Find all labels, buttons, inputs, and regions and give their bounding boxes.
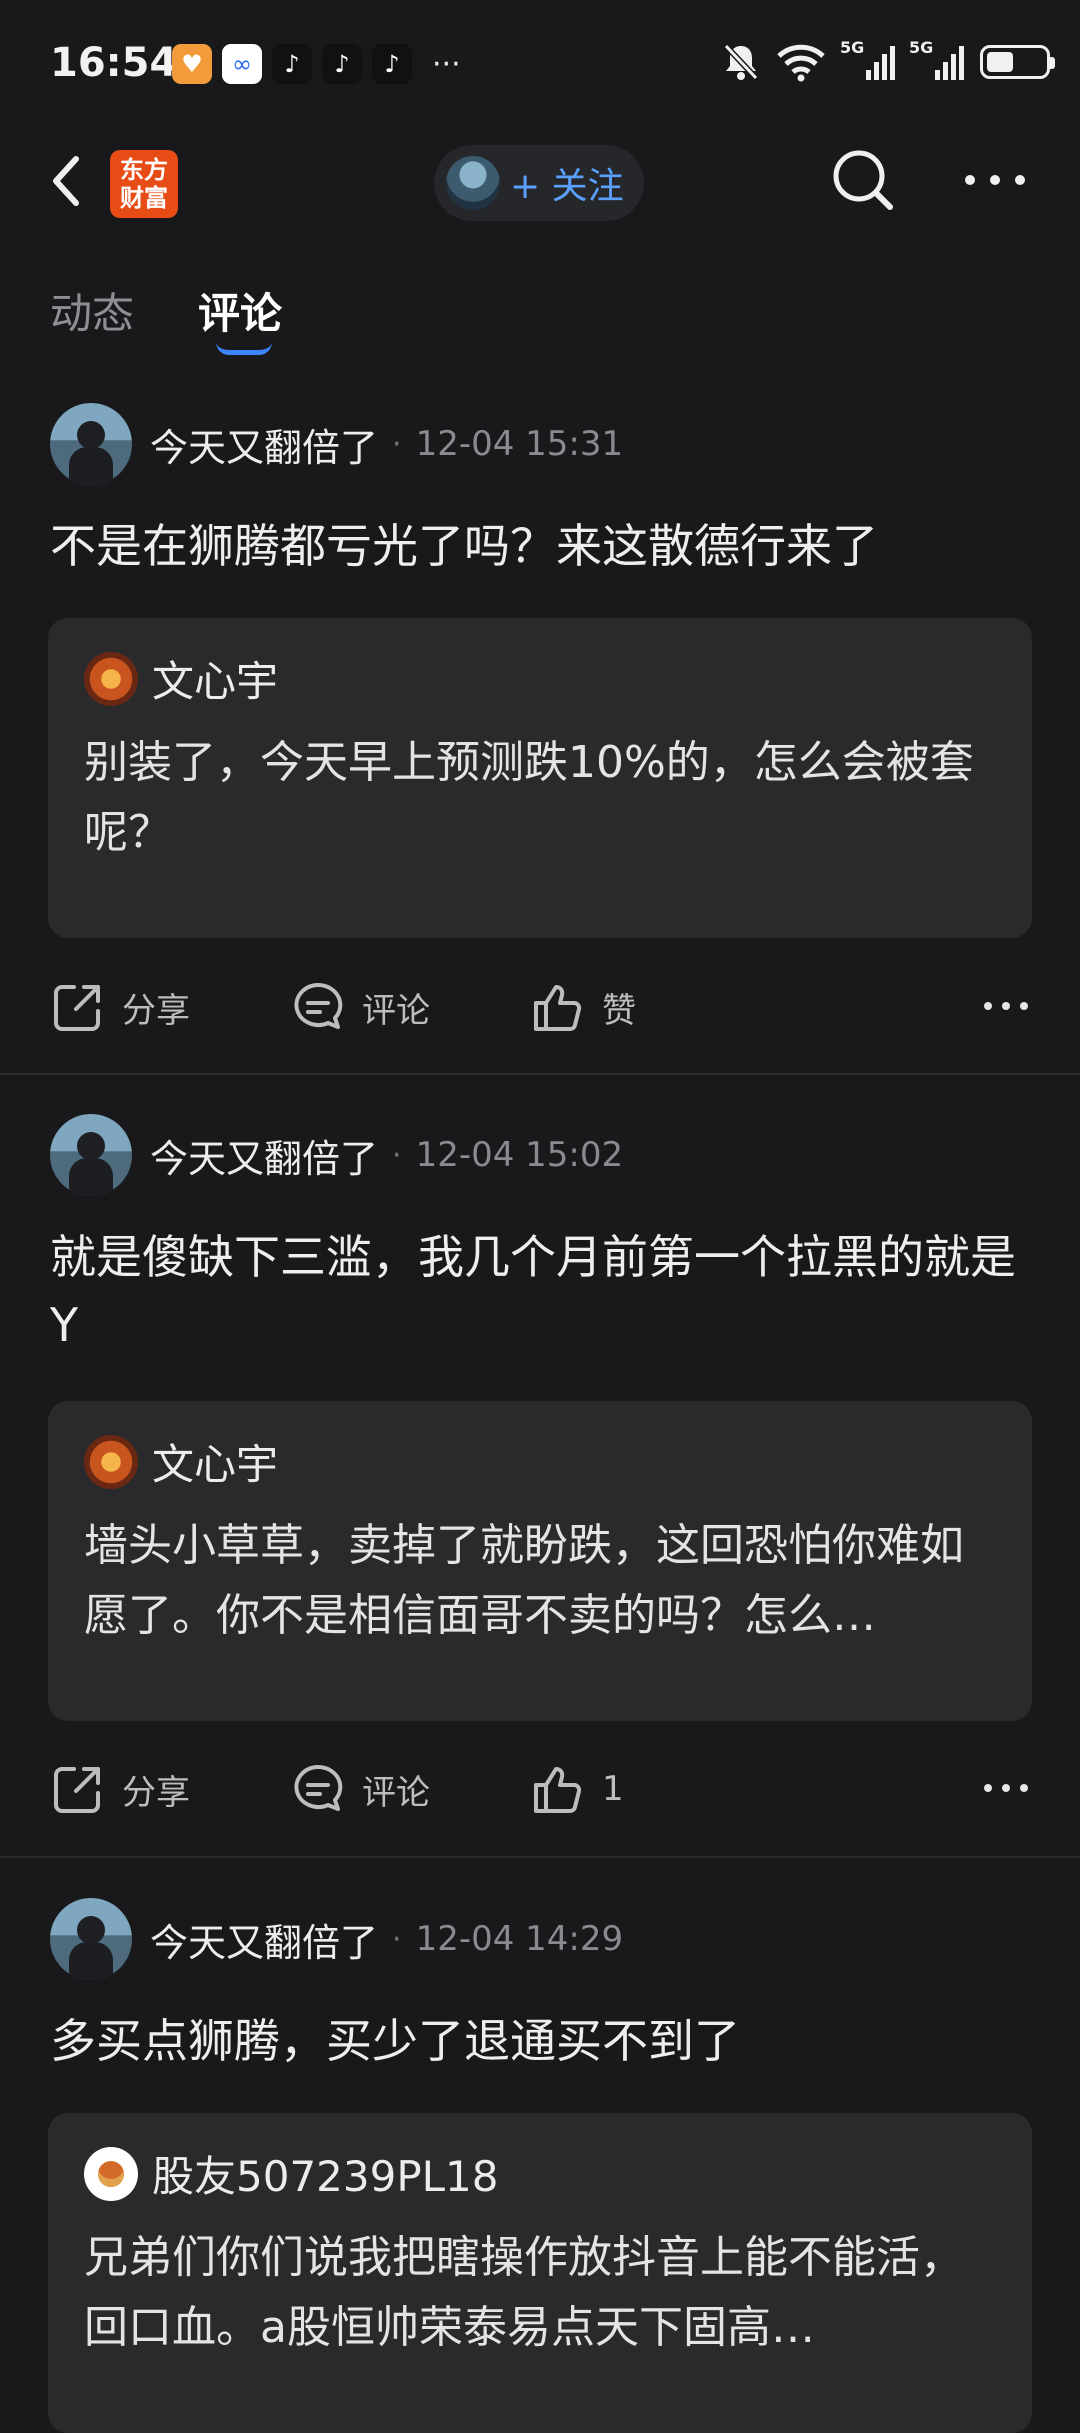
quoted-post[interactable]: 文心宇 墙头小草草，卖掉了就盼跌，这回恐怕你难如愿了。你不是相信面哥不卖的吗？怎… bbox=[48, 1401, 1032, 1721]
more-notifications-icon: ··· bbox=[432, 46, 461, 82]
share-icon bbox=[54, 985, 100, 1031]
share-label: 分享 bbox=[122, 1772, 190, 1813]
signal-icon: 5G bbox=[840, 38, 895, 80]
quoted-post[interactable]: 文心宇 别装了，今天早上预测跌10%的，怎么会被套呢？ bbox=[48, 618, 1032, 938]
share-button[interactable]: 分享 bbox=[50, 1754, 190, 1824]
divider bbox=[0, 1073, 1080, 1075]
more-options-icon[interactable] bbox=[982, 1768, 1030, 1808]
quoted-text: 别装了，今天早上预测跌10%的，怎么会被套呢？ bbox=[84, 737, 974, 858]
comment-time: 12-04 15:02 bbox=[415, 1135, 624, 1175]
author-name[interactable]: 今天又翻倍了 bbox=[150, 417, 378, 472]
comment-time: 12-04 14:29 bbox=[415, 1919, 624, 1959]
like-count: 1 bbox=[602, 1769, 624, 1809]
author-name[interactable]: 今天又翻倍了 bbox=[150, 1128, 378, 1183]
status-bar: 16:54 ♥ ∞ ♪ ♪ ♪ ··· 5G 5G bbox=[0, 0, 1080, 135]
quoted-text: 墙头小草草，卖掉了就盼跌，这回恐怕你难如愿了。你不是相信面哥不卖的吗？怎么… bbox=[84, 1520, 964, 1641]
top-nav: 东方 财富 + 关注 bbox=[0, 135, 1080, 235]
tab-bar: 动态 评论 bbox=[0, 270, 1080, 360]
tiktok-icon: ♪ bbox=[322, 44, 362, 84]
user-avatar bbox=[446, 156, 500, 210]
quoted-author-name: 股友507239PL18 bbox=[152, 2152, 499, 2201]
action-bar: 分享 评论 1 bbox=[0, 1754, 1080, 1824]
more-options-icon[interactable] bbox=[982, 986, 1030, 1026]
tab-dynamics[interactable]: 动态 bbox=[50, 280, 134, 341]
quoted-post[interactable]: 股友507239PL18 兄弟们你们说我把瞎操作放抖音上能不能活，回口血。a股恒… bbox=[48, 2113, 1032, 2433]
author-avatar[interactable] bbox=[50, 403, 132, 485]
quoted-author-name: 文心宇 bbox=[152, 657, 279, 706]
thumbs-up-icon bbox=[534, 1767, 582, 1813]
follow-label: + 关注 bbox=[510, 166, 624, 207]
comment-icon bbox=[294, 982, 343, 1029]
divider bbox=[0, 1856, 1080, 1858]
active-tab-indicator bbox=[216, 342, 272, 355]
tab-comments[interactable]: 评论 bbox=[198, 280, 282, 341]
like-button[interactable]: 1 bbox=[530, 1754, 624, 1824]
battery-icon bbox=[980, 45, 1055, 79]
quoted-text: 兄弟们你们说我把瞎操作放抖音上能不能活，回口血。a股恒帅荣泰易点天下固高… bbox=[84, 2232, 964, 2353]
comment-button[interactable]: 评论 bbox=[290, 1754, 430, 1824]
link-app-icon: ∞ bbox=[222, 44, 262, 84]
comment-header: 今天又翻倍了 · 12-04 15:31 bbox=[50, 400, 623, 488]
comment-label: 评论 bbox=[362, 1772, 430, 1813]
logo-line-1: 东方 bbox=[120, 156, 168, 184]
action-bar: 分享 评论 赞 bbox=[0, 972, 1080, 1042]
comment-text[interactable]: 不是在狮腾都亏光了吗？来这散德行来了 bbox=[50, 512, 1030, 580]
comment-header: 今天又翻倍了 · 12-04 14:29 bbox=[50, 1895, 623, 1983]
comment-text[interactable]: 多买点狮腾，买少了退通买不到了 bbox=[50, 2007, 1030, 2075]
system-indicators: 5G 5G bbox=[722, 38, 1055, 82]
more-options-icon[interactable] bbox=[960, 165, 1030, 195]
quoted-author-avatar bbox=[84, 651, 138, 706]
tiktok-icon: ♪ bbox=[372, 44, 412, 84]
follow-button[interactable]: + 关注 bbox=[434, 145, 644, 221]
heart-app-icon: ♥ bbox=[172, 44, 212, 84]
signal-icon: 5G bbox=[909, 38, 964, 80]
thumbs-up-icon bbox=[534, 985, 582, 1031]
quoted-author-avatar bbox=[84, 2146, 138, 2201]
comment-time: 12-04 15:31 bbox=[415, 424, 624, 464]
quoted-author-avatar bbox=[84, 1434, 138, 1489]
logo-line-2: 财富 bbox=[120, 184, 168, 212]
comment-label: 评论 bbox=[362, 990, 430, 1031]
comment-header: 今天又翻倍了 · 12-04 15:02 bbox=[50, 1111, 623, 1199]
quoted-author-name: 文心宇 bbox=[152, 1440, 279, 1489]
author-name[interactable]: 今天又翻倍了 bbox=[150, 1912, 378, 1967]
author-avatar[interactable] bbox=[50, 1898, 132, 1980]
comment-item: 今天又翻倍了 · 12-04 15:02 就是傻缺下三滥，我几个月前第一个拉黑的… bbox=[0, 1111, 1080, 1851]
wifi-icon bbox=[777, 44, 825, 82]
comment-item: 今天又翻倍了 · 12-04 15:31 不是在狮腾都亏光了吗？来这散德行来了 … bbox=[0, 400, 1080, 1070]
author-avatar[interactable] bbox=[50, 1114, 132, 1196]
eastmoney-logo: 东方 财富 bbox=[110, 150, 178, 218]
comment-item: 今天又翻倍了 · 12-04 14:29 多买点狮腾，买少了退通买不到了 股友5… bbox=[0, 1895, 1080, 2433]
mute-bell-icon bbox=[723, 43, 759, 81]
like-button[interactable]: 赞 bbox=[530, 972, 636, 1042]
comment-icon bbox=[294, 1764, 343, 1811]
like-label: 赞 bbox=[602, 990, 636, 1031]
status-time: 16:54 bbox=[50, 40, 178, 86]
comment-text[interactable]: 就是傻缺下三滥，我几个月前第一个拉黑的就是Y bbox=[50, 1223, 1030, 1359]
share-label: 分享 bbox=[122, 990, 190, 1031]
share-icon bbox=[54, 1767, 100, 1813]
tiktok-icon: ♪ bbox=[272, 44, 312, 84]
search-icon[interactable] bbox=[828, 145, 898, 215]
back-arrow-icon[interactable] bbox=[40, 145, 90, 215]
comment-button[interactable]: 评论 bbox=[290, 972, 430, 1042]
notification-icons: ♥ ∞ ♪ ♪ ♪ ··· bbox=[172, 44, 461, 84]
share-button[interactable]: 分享 bbox=[50, 972, 190, 1042]
